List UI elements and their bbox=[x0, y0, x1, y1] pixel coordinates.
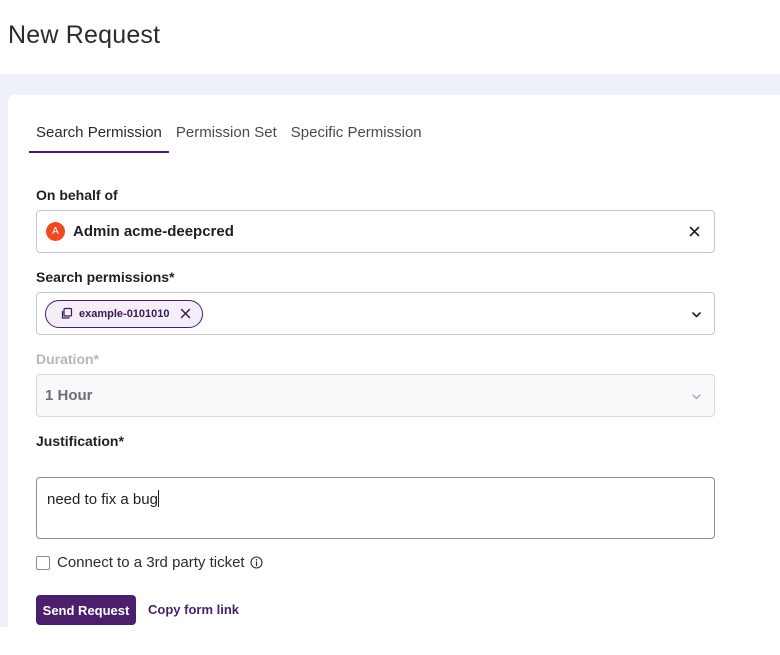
on-behalf-of-value: Admin acme-deepcred bbox=[73, 223, 234, 240]
tab-permission-set[interactable]: Permission Set bbox=[169, 123, 284, 153]
ticket-checkbox[interactable] bbox=[36, 555, 50, 570]
send-request-button[interactable]: Send Request bbox=[36, 595, 136, 625]
duration-label: Duration* bbox=[36, 351, 99, 367]
duration-value: 1 Hour bbox=[45, 387, 93, 404]
justification-value: need to fix a bug bbox=[47, 491, 158, 508]
search-permissions-label: Search permissions* bbox=[36, 269, 175, 285]
page-header: New Request bbox=[0, 0, 780, 74]
duration-select: 1 Hour bbox=[36, 374, 715, 417]
chevron-down-icon bbox=[692, 394, 701, 400]
on-behalf-of-label: On behalf of bbox=[36, 187, 118, 203]
tab-search-permission[interactable]: Search Permission bbox=[29, 123, 169, 153]
tab-specific-permission[interactable]: Specific Permission bbox=[284, 123, 429, 153]
page-body: Search Permission Permission Set Specifi… bbox=[0, 74, 780, 655]
ticket-checkbox-row: Connect to a 3rd party ticket bbox=[36, 554, 263, 571]
page-title: New Request bbox=[8, 21, 161, 49]
avatar: A bbox=[46, 222, 65, 241]
request-form-card: Search Permission Permission Set Specifi… bbox=[8, 95, 780, 655]
search-permissions-select[interactable]: example-0101010 bbox=[36, 292, 715, 335]
chevron-down-icon[interactable] bbox=[691, 309, 702, 320]
permission-chip-label: example-0101010 bbox=[79, 307, 170, 320]
close-icon[interactable] bbox=[687, 224, 702, 239]
ticket-checkbox-label[interactable]: Connect to a 3rd party ticket bbox=[57, 554, 245, 571]
justification-label: Justification* bbox=[36, 433, 124, 449]
on-behalf-of-select[interactable]: A Admin acme-deepcred bbox=[36, 210, 715, 253]
text-caret bbox=[157, 490, 159, 507]
chip-remove-icon[interactable] bbox=[180, 308, 191, 319]
info-icon[interactable] bbox=[250, 556, 263, 569]
justification-textarea[interactable]: need to fix a bug bbox=[36, 477, 715, 539]
permission-chip: example-0101010 bbox=[45, 299, 203, 328]
copy-icon bbox=[61, 307, 73, 319]
tab-bar: Search Permission Permission Set Specifi… bbox=[29, 123, 429, 153]
copy-form-link[interactable]: Copy form link bbox=[148, 602, 239, 617]
